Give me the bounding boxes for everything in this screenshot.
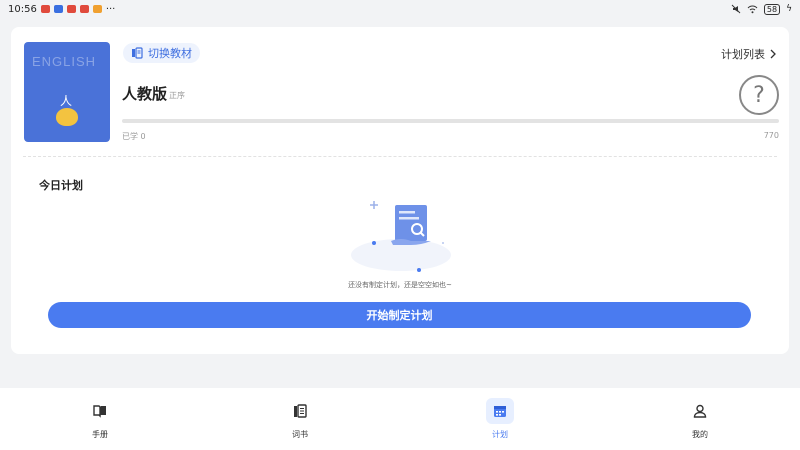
empty-document-icon [351,201,451,272]
total-count: 770 [763,131,779,140]
learned-count: 已学 0 [122,132,146,141]
nav-label: 手册 [92,430,108,439]
notification-icon [40,5,50,13]
notification-icon [92,5,102,13]
status-time: 10:56 [8,3,37,15]
notification-icon [66,5,76,13]
status-left: 10:56 ··· [8,4,115,15]
status-right: 58 ϟ [731,3,792,15]
notification-icon [53,5,63,13]
books-icon [132,47,143,59]
nav-icon-wrap [686,398,714,424]
textbook-card: ENGLISH 人 切换教材 计划列表 人教版 正序 ? 已学 0 770 今日… [11,27,789,354]
mute-icon [731,4,741,14]
nav-item-handbook[interactable]: 手册 [50,398,150,440]
help-icon[interactable]: ? [739,75,779,115]
nav-icon-wrap [86,398,114,424]
calendar-icon [494,406,506,417]
empty-state-text: 还没有制定计划，还是空空如也~ [348,281,452,289]
battery-icon: 58 [763,3,781,15]
nav-label: 我的 [692,430,708,439]
charging-icon: ϟ [786,4,792,14]
divider [23,156,777,157]
progress-bar [122,119,779,123]
cover-glyph: 人 [60,94,73,108]
nav-item-mine[interactable]: 我的 [650,398,750,440]
cover-pot-icon [56,108,78,126]
cover-text: ENGLISH [32,54,97,69]
wordbook-icon [294,404,307,418]
notification-icon [79,5,89,13]
switch-textbook-button[interactable]: 切换教材 [123,43,200,63]
wifi-icon [747,5,758,14]
book-cover[interactable]: ENGLISH 人 [24,42,110,142]
nav-item-wordbook[interactable]: 词书 [250,398,350,440]
switch-textbook-label: 切换教材 [148,47,192,60]
book-icon [93,405,106,418]
status-more: ··· [105,3,116,15]
start-plan-button[interactable]: 开始制定计划 [48,302,751,328]
status-bar: 10:56 ··· 58 ϟ [0,0,800,18]
nav-item-plan[interactable]: 计划 [450,398,550,440]
nav-label: 计划 [492,430,508,439]
edition-name: 人教版 [122,85,168,103]
chevron-right-icon [770,49,776,59]
today-plan-title: 今日计划 [39,179,83,192]
nav-icon-wrap [486,398,514,424]
nav-icon-wrap [286,398,314,424]
person-icon [693,404,707,418]
edition-tag: 正序 [169,91,185,100]
plan-list-label: 计划列表 [721,48,765,61]
nav-label: 词书 [292,430,308,439]
plan-list-link[interactable]: 计划列表 [721,46,777,62]
bottom-nav: 手册 词书 计划 我的 [0,388,800,450]
